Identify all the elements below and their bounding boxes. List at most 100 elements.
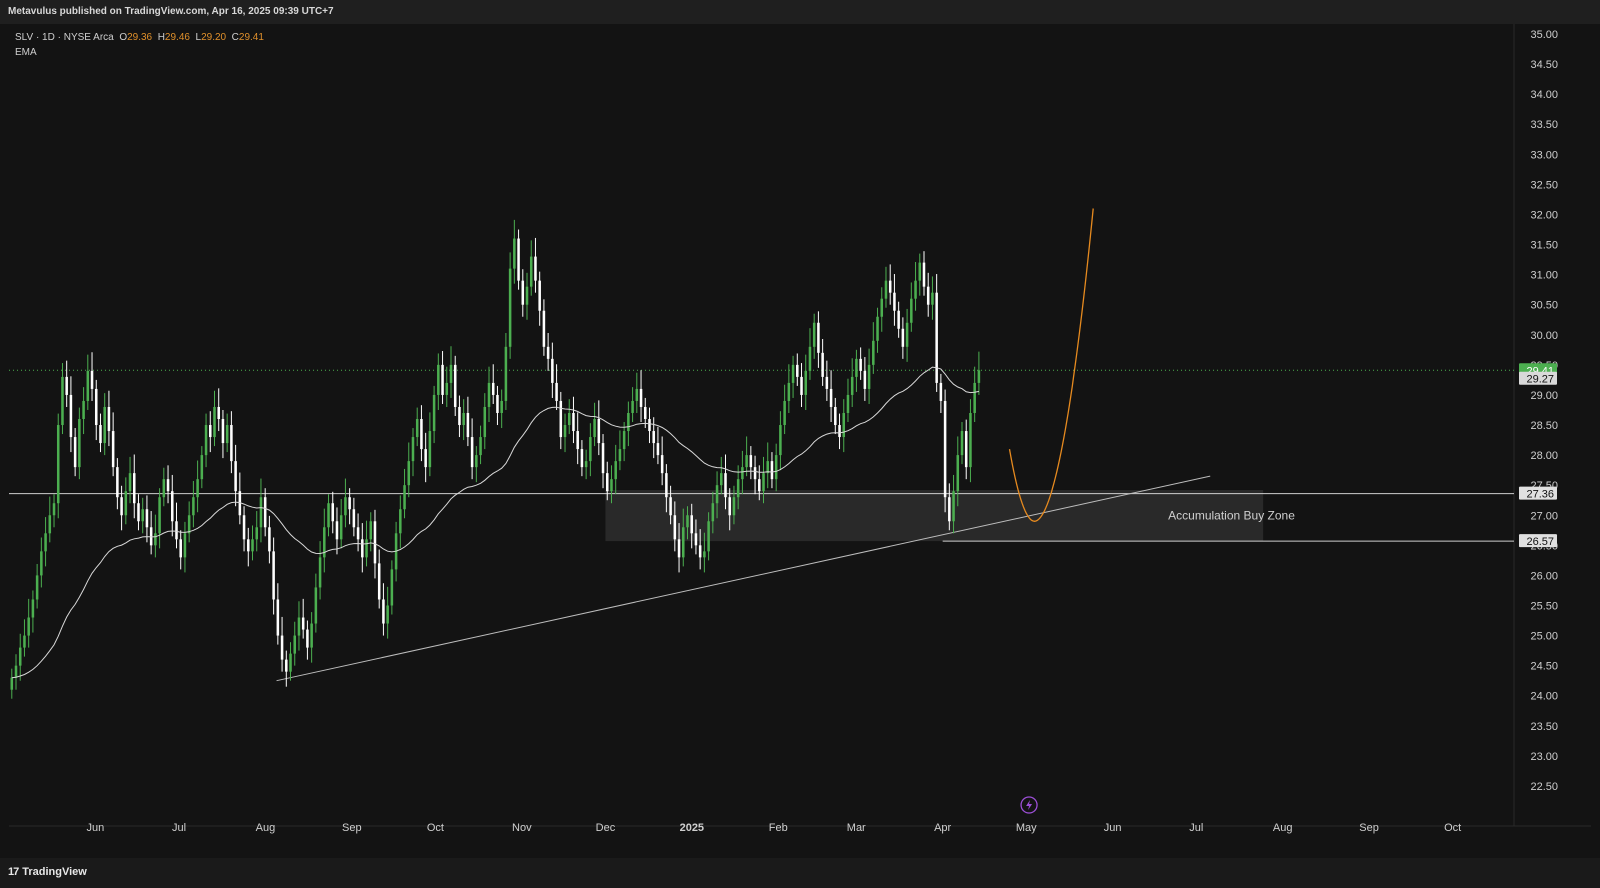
candle-body[interactable] (703, 551, 706, 558)
candle-body[interactable] (817, 322, 820, 353)
candle-body[interactable] (183, 533, 187, 558)
candle-body[interactable] (428, 431, 432, 468)
candle-body[interactable] (677, 539, 681, 558)
candle-body[interactable] (783, 400, 786, 426)
candle-body[interactable] (23, 635, 26, 648)
candle-body[interactable] (622, 431, 626, 450)
candle-body[interactable] (14, 665, 18, 678)
candle-body[interactable] (753, 467, 757, 480)
candle-body[interactable] (601, 443, 605, 474)
candle-body[interactable] (690, 515, 693, 534)
candle-body[interactable] (187, 515, 191, 534)
candle-body[interactable] (787, 382, 791, 401)
candle-body[interactable] (779, 425, 782, 456)
candle-body[interactable] (741, 467, 744, 480)
candle-body[interactable] (390, 569, 394, 606)
candle-body[interactable] (276, 599, 280, 636)
candle-body[interactable] (94, 388, 98, 426)
candle-body[interactable] (297, 617, 301, 636)
candle-body[interactable] (876, 316, 879, 341)
candle-body[interactable] (40, 551, 43, 576)
candle-body[interactable] (192, 497, 195, 516)
candle-body[interactable] (846, 394, 850, 413)
candle-body[interactable] (356, 527, 360, 540)
candle-body[interactable] (90, 370, 94, 389)
candle-body[interactable] (800, 376, 803, 395)
candle-body[interactable] (500, 400, 503, 413)
candle-body[interactable] (905, 322, 909, 347)
tradingview-brand[interactable]: 17 TradingView (8, 866, 87, 878)
candle-body[interactable] (910, 298, 913, 323)
candle-body[interactable] (158, 497, 161, 534)
candle-body[interactable] (610, 479, 613, 492)
candle-body[interactable] (639, 388, 643, 407)
candle-body[interactable] (943, 400, 947, 498)
candle-body[interactable] (52, 503, 56, 516)
candle-body[interactable] (259, 497, 263, 528)
candle-body[interactable] (593, 419, 596, 438)
candle-body[interactable] (842, 412, 846, 438)
candle-body[interactable] (660, 455, 664, 474)
candle-body[interactable] (496, 394, 499, 413)
candle-body[interactable] (855, 358, 858, 377)
candle-body[interactable] (935, 292, 938, 383)
candle-body[interactable] (563, 425, 567, 438)
candle-body[interactable] (631, 400, 634, 413)
candle-body[interactable] (762, 473, 765, 492)
candle-body[interactable] (834, 406, 837, 426)
candle-body[interactable] (111, 431, 115, 468)
candle-body[interactable] (521, 280, 525, 305)
candle-body[interactable] (120, 497, 123, 516)
candle-body[interactable] (73, 437, 77, 468)
candle-body[interactable] (867, 364, 871, 389)
candle-body[interactable] (977, 370, 981, 383)
candle-body[interactable] (897, 310, 900, 329)
candle-body[interactable] (386, 605, 389, 624)
candle-body[interactable] (665, 473, 668, 498)
candle-body[interactable] (483, 406, 487, 438)
candle-body[interactable] (872, 340, 875, 365)
candle-body[interactable] (914, 280, 917, 299)
candle-body[interactable] (348, 497, 351, 510)
candle-body[interactable] (209, 425, 212, 438)
candle-body[interactable] (686, 515, 689, 528)
candle-body[interactable] (162, 479, 166, 498)
candle-body[interactable] (280, 635, 284, 660)
candle-body[interactable] (715, 485, 719, 504)
candle-body[interactable] (504, 346, 508, 401)
candle-body[interactable] (103, 406, 106, 444)
candle-body[interactable] (538, 280, 541, 311)
candle-body[interactable] (707, 521, 710, 552)
candle-body[interactable] (758, 479, 761, 492)
candle-body[interactable] (369, 521, 373, 540)
candle-body[interactable] (204, 425, 208, 456)
candle-body[interactable] (382, 599, 385, 624)
candle-body[interactable] (829, 388, 833, 407)
candle-body[interactable] (255, 527, 258, 540)
candle-body[interactable] (821, 352, 824, 377)
candle-body[interactable] (694, 533, 698, 546)
candle-body[interactable] (361, 539, 364, 558)
candle-body[interactable] (745, 455, 748, 468)
candle-body[interactable] (27, 617, 30, 636)
candle-body[interactable] (217, 406, 220, 420)
candle-body[interactable] (736, 479, 740, 498)
candle-body[interactable] (732, 497, 736, 516)
candle-body[interactable] (559, 400, 563, 438)
candle-body[interactable] (551, 358, 554, 383)
candle-body[interactable] (247, 539, 250, 552)
candle-body[interactable] (65, 376, 68, 395)
candle-body[interactable] (327, 503, 330, 528)
candle-body[interactable] (230, 425, 233, 462)
candle-body[interactable] (462, 412, 465, 426)
candle-body[interactable] (682, 527, 685, 558)
candle-body[interactable] (69, 394, 73, 438)
candle-body[interactable] (850, 376, 854, 395)
candle-body[interactable] (618, 449, 622, 462)
candle-body[interactable] (475, 455, 478, 468)
candle-body[interactable] (880, 298, 884, 317)
candle-body[interactable] (948, 497, 951, 522)
candle-body[interactable] (597, 419, 601, 444)
candle-body[interactable] (373, 521, 377, 564)
candle-body[interactable] (179, 539, 182, 558)
